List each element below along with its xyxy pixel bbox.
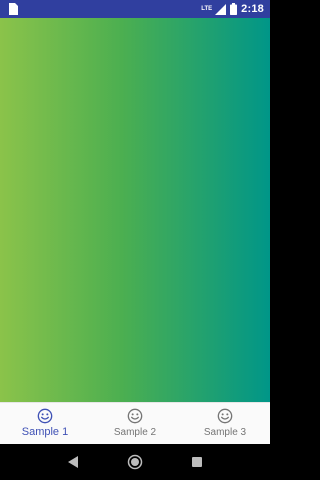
nav-label-sample-1: Sample 1 <box>21 426 69 438</box>
smiley-icon <box>217 408 233 424</box>
recents-icon <box>192 457 202 467</box>
bottom-navigation: Sample 1 Sample 2 Sample 3 <box>0 402 270 444</box>
battery-icon <box>230 3 238 15</box>
signal-icon <box>215 3 227 15</box>
network-type-label: LTE <box>201 6 213 12</box>
smiley-icon <box>37 408 53 424</box>
back-icon <box>68 456 78 468</box>
system-navigation-bar <box>0 444 270 480</box>
nav-label-sample-3: Sample 3 <box>203 427 247 438</box>
nav-item-sample-3[interactable]: Sample 3 <box>180 403 270 444</box>
recents-button[interactable] <box>187 452 207 472</box>
nav-item-sample-2[interactable]: Sample 2 <box>90 403 180 444</box>
gradient-content-area <box>0 18 270 402</box>
sim-card-icon <box>9 3 18 15</box>
home-button[interactable] <box>125 452 145 472</box>
home-icon <box>127 454 143 470</box>
nav-item-sample-1[interactable]: Sample 1 <box>0 403 90 444</box>
back-button[interactable] <box>63 452 83 472</box>
status-bar: LTE 2:18 <box>0 0 270 18</box>
smiley-icon <box>127 408 143 424</box>
nav-label-sample-2: Sample 2 <box>113 427 157 438</box>
status-time: 2:18 <box>241 3 264 15</box>
